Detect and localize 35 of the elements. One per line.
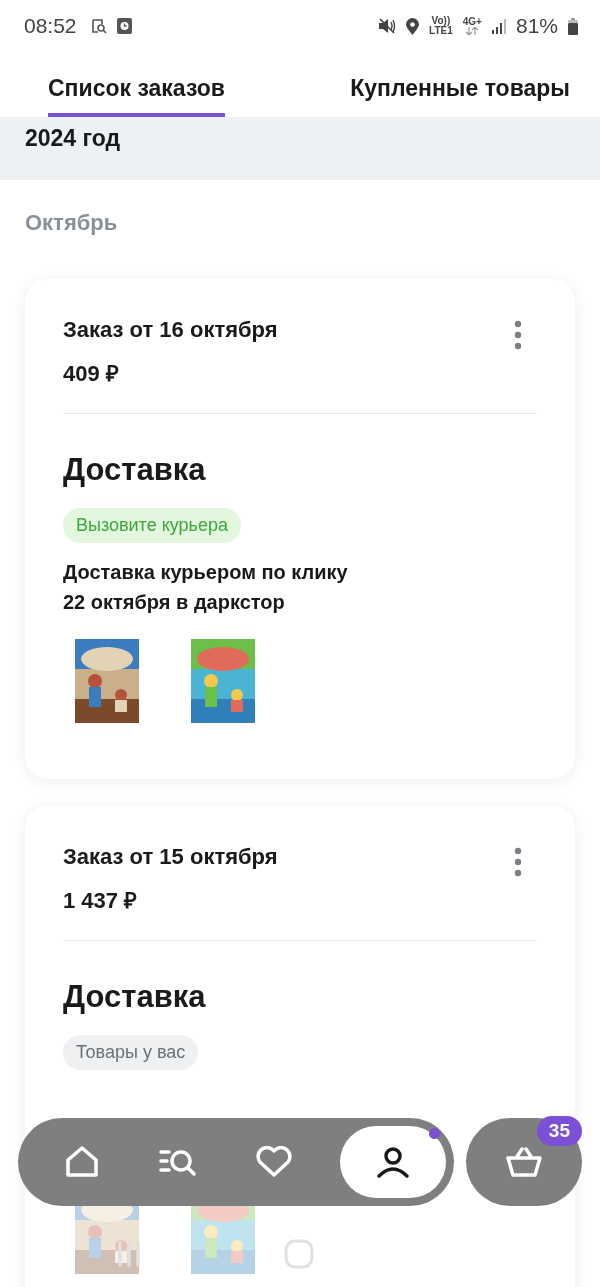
cart-button[interactable]: 35 bbox=[466, 1118, 582, 1206]
delivery-heading: Доставка bbox=[63, 979, 207, 1015]
order-card[interactable]: Заказ от 16 октября 409 ₽ Доставка Вызовите курьера Доставка курьером по клику 22 октября в даркстор bbox=[25, 279, 575, 779]
heart-icon bbox=[255, 1146, 293, 1178]
cart-count-badge: 35 bbox=[536, 1116, 582, 1146]
mute-icon bbox=[378, 18, 397, 34]
order-title: Заказ от 16 октября bbox=[63, 317, 278, 343]
status-badge: Товары у вас bbox=[63, 1035, 199, 1070]
order-price: 1 437 ₽ bbox=[63, 887, 139, 914]
basket-icon bbox=[505, 1146, 543, 1178]
more-icon[interactable] bbox=[514, 847, 522, 877]
battery-percent: 81% bbox=[515, 14, 558, 38]
delivery-heading: Доставка bbox=[63, 452, 207, 488]
network-label: 4G+ bbox=[462, 17, 482, 27]
location-icon bbox=[406, 17, 420, 35]
data-arrows-icon bbox=[465, 27, 480, 35]
home-icon bbox=[65, 1146, 99, 1178]
volte-label: Vo)) bbox=[431, 16, 451, 26]
order-price: 409 ₽ bbox=[63, 360, 120, 387]
battery-icon bbox=[568, 17, 578, 35]
status-badge: Вызовите курьера bbox=[63, 508, 241, 543]
clock-app-icon bbox=[116, 18, 132, 34]
delivery-info: Доставка курьером по клику bbox=[63, 560, 349, 585]
screenshot-search-icon bbox=[90, 18, 107, 34]
order-title: Заказ от 15 октября bbox=[63, 844, 278, 870]
more-icon[interactable] bbox=[514, 320, 522, 350]
tab[interactable]: Купленные товары bbox=[350, 52, 570, 117]
month-label: Октябрь bbox=[24, 209, 119, 237]
lte-label: LTE1 bbox=[429, 26, 453, 36]
profile-icon bbox=[376, 1145, 410, 1179]
nav-button[interactable] bbox=[340, 1126, 446, 1198]
clock-time: 08:52 bbox=[24, 14, 77, 38]
year-label: 2024 год bbox=[25, 125, 121, 152]
delivery-info: 22 октября в даркстор bbox=[63, 590, 286, 615]
signal-icon bbox=[491, 18, 508, 34]
